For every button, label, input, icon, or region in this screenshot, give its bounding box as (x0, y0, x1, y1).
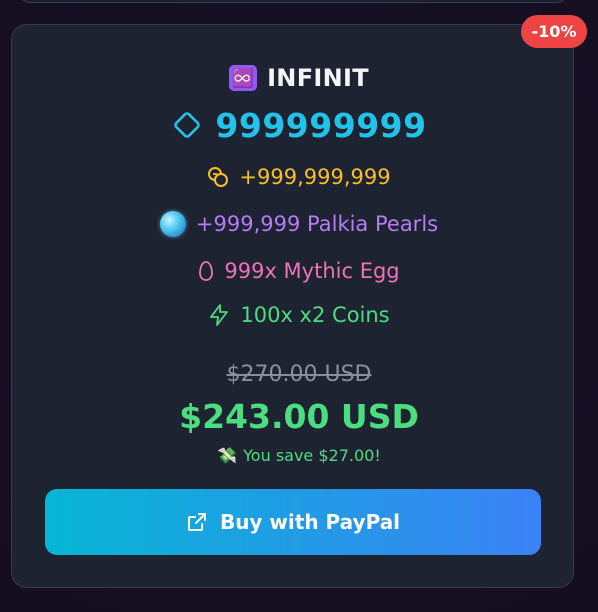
discounted-price: $243.00 USD (179, 396, 419, 436)
egg-icon (198, 260, 214, 282)
package-title-row: ♾️ INFINIT (0, 62, 598, 94)
store-page: -10% ♾️ INFINIT 999999999 +999,999,999 +… (0, 0, 598, 612)
egg-amount: 999x Mythic Egg (224, 259, 400, 283)
savings-text: You save $27.00! (243, 445, 381, 465)
pearls-row: +999,999 Palkia Pearls (0, 209, 598, 239)
external-link-icon (186, 511, 208, 533)
coins-row: +999,999,999 (0, 163, 598, 191)
gems-row: 999999999 (0, 105, 598, 145)
gems-amount: 999999999 (215, 105, 427, 145)
lightning-icon (208, 303, 230, 327)
infinity-icon: ♾️ (229, 65, 258, 91)
savings-row: 💸 You save $27.00! (0, 443, 598, 467)
money-flying-icon: 💸 (217, 445, 238, 465)
package-title: INFINIT (267, 64, 369, 92)
buy-button-label: Buy with PayPal (219, 510, 401, 534)
new-price-row: $243.00 USD (0, 395, 598, 437)
multiplier-row: 100x x2 Coins (0, 301, 598, 329)
multiplier-amount: 100x x2 Coins (240, 303, 390, 327)
diamond-icon (171, 109, 203, 141)
previous-card-edge (18, 0, 568, 3)
buy-with-paypal-button[interactable]: Buy with PayPal (45, 489, 541, 555)
egg-row: 999x Mythic Egg (0, 257, 598, 285)
discount-badge: -10% (521, 15, 587, 48)
old-price-row: $270.00 USD (0, 359, 598, 389)
pearls-amount: +999,999 Palkia Pearls (195, 212, 439, 236)
coins-amount: +999,999,999 (239, 165, 391, 189)
coins-icon (207, 166, 229, 188)
pearl-orb-icon (159, 211, 186, 237)
original-price: $270.00 USD (226, 361, 372, 387)
